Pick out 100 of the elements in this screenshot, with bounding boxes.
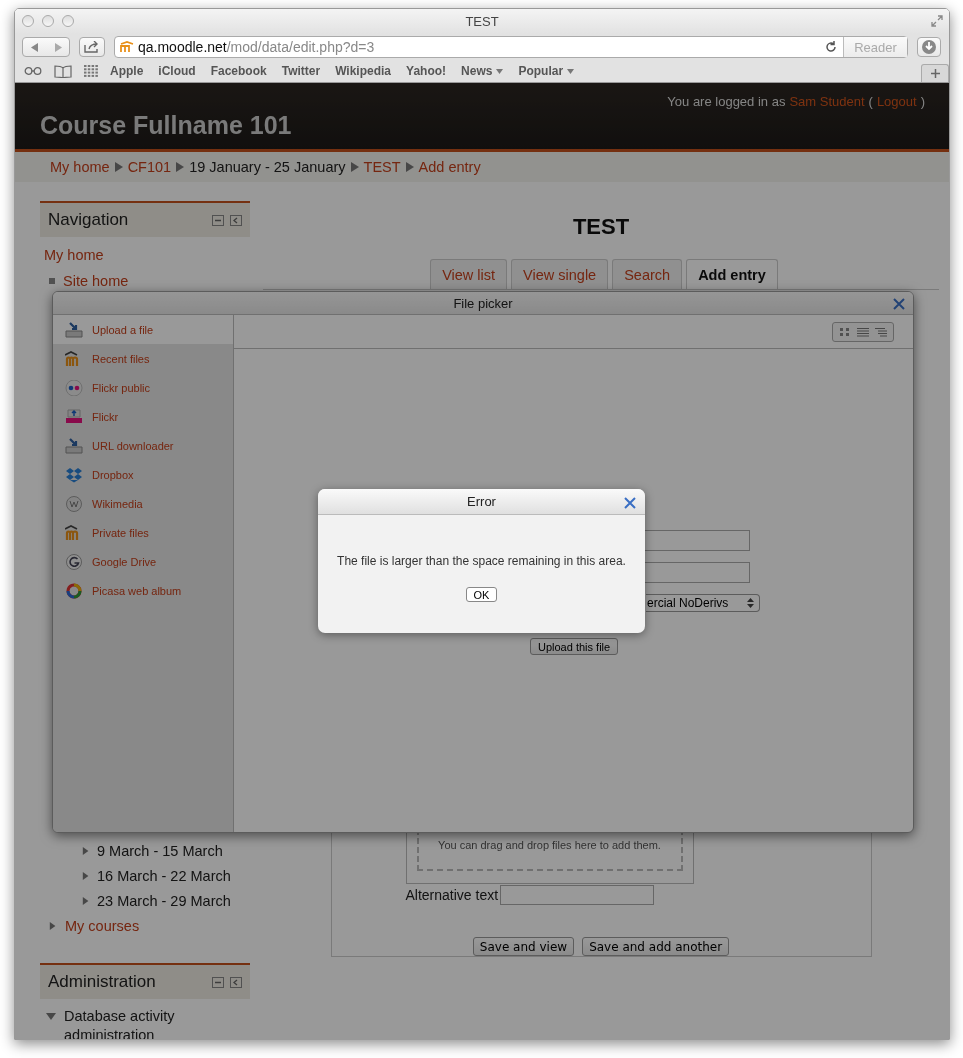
globe-icon — [65, 495, 83, 512]
site-icon — [120, 41, 134, 53]
nav-item[interactable]: 23 March - 29 March — [97, 892, 231, 909]
book-icon[interactable] — [54, 64, 72, 78]
fullscreen-icon[interactable] — [931, 15, 943, 27]
breadcrumb-separator-icon — [350, 162, 359, 172]
breadcrumb-separator-icon — [405, 162, 414, 172]
repository-item[interactable]: Upload a file — [53, 315, 233, 344]
repository-item[interactable]: Recent files — [53, 344, 233, 373]
zoom-window-icon[interactable] — [62, 15, 74, 27]
repository-item[interactable]: Wikimedia — [53, 489, 233, 518]
collapse-icon[interactable] — [212, 976, 224, 988]
collapsed-arrow-icon[interactable] — [82, 895, 90, 906]
user-link[interactable]: Sam Student — [789, 94, 865, 109]
expanded-arrow-icon[interactable] — [46, 1011, 56, 1021]
nav-item[interactable]: 16 March - 22 March — [97, 867, 231, 884]
nav-link[interactable]: My home — [44, 243, 250, 268]
input-field[interactable] — [642, 562, 750, 583]
save-button[interactable]: Save and add another — [582, 937, 730, 956]
repository-item[interactable]: Google Drive — [53, 547, 233, 576]
nav-item[interactable]: 9 March - 15 March — [97, 842, 223, 859]
bullet-icon — [49, 277, 55, 284]
grid-view-icon[interactable] — [839, 326, 851, 337]
bookmark-link[interactable]: iCloud — [158, 64, 196, 78]
error-message: The file is larger than the space remaining in this area. — [337, 554, 626, 568]
collapsed-arrow-icon[interactable] — [82, 870, 90, 881]
upload-button[interactable]: Upload this file — [530, 638, 619, 655]
caret-icon — [496, 68, 504, 74]
open-box-icon — [65, 466, 83, 483]
close-icon[interactable] — [624, 497, 636, 509]
select-arrows-icon — [747, 598, 754, 608]
downloads-button[interactable] — [917, 37, 941, 57]
circle-arc-icon — [65, 553, 83, 570]
tray-arrow-icon — [65, 437, 83, 454]
repository-item[interactable]: Dropbox — [53, 460, 233, 489]
tab[interactable]: View single — [511, 259, 609, 289]
breadcrumb-text: 19 January - 25 January — [189, 159, 346, 175]
window-title: TEST — [465, 14, 499, 29]
block-title: Navigation — [48, 210, 129, 230]
bookmark-link[interactable]: Wikipedia — [335, 64, 392, 78]
repository-item[interactable]: URL downloader — [53, 431, 233, 460]
list-view-icon[interactable] — [857, 326, 869, 337]
course-title: Course Fullname 101 — [40, 111, 292, 140]
bookmark-link[interactable]: Yahoo! — [406, 64, 447, 78]
breadcrumb-link[interactable]: TEST — [363, 159, 401, 175]
nav-link[interactable]: Site home — [63, 272, 129, 289]
back-forward-buttons[interactable] — [22, 37, 70, 57]
collapse-icon[interactable] — [212, 214, 224, 226]
repository-item[interactable]: Picasa web album — [53, 576, 233, 605]
input-field[interactable] — [642, 530, 750, 551]
dock-icon[interactable] — [230, 976, 242, 988]
tab[interactable]: Search — [612, 259, 683, 289]
share-button[interactable] — [79, 37, 105, 57]
minimize-window-icon[interactable] — [42, 15, 54, 27]
close-window-icon[interactable] — [22, 15, 34, 27]
close-icon[interactable] — [893, 298, 905, 310]
drop-hint-text: You can drag and drop files here to add them. — [438, 839, 661, 851]
tab[interactable]: Add entry — [686, 259, 778, 289]
grid-icon[interactable] — [84, 65, 98, 77]
paren-text: ) — [920, 94, 925, 109]
paren-text: ( — [868, 94, 873, 109]
ok-button[interactable]: OK — [465, 587, 498, 602]
reader-button[interactable]: Reader — [843, 37, 907, 57]
license-select[interactable]: ercial NoDerivs — [646, 594, 760, 612]
tray-arrow-icon — [65, 321, 83, 338]
logout-link[interactable]: Logout — [876, 94, 917, 109]
tray-arrow-icon — [65, 408, 83, 425]
bookmark-menu[interactable]: Popular — [518, 64, 575, 78]
collapsed-arrow-icon[interactable] — [49, 920, 57, 931]
new-tab-button[interactable] — [921, 64, 949, 82]
breadcrumb-link[interactable]: Add entry — [418, 159, 481, 175]
address-field[interactable]: qa.moodle.net/mod/data/edit.php?d=3 Reader — [114, 36, 908, 58]
breadcrumb-separator-icon — [114, 162, 123, 172]
breadcrumb-link[interactable]: My home — [50, 159, 110, 175]
caret-icon — [567, 68, 575, 74]
bookmark-link[interactable]: Apple — [110, 64, 144, 78]
breadcrumb-link[interactable]: CF101 — [127, 159, 172, 175]
repository-item[interactable]: Flickr — [53, 402, 233, 431]
ring-icon — [65, 582, 83, 599]
block-title: Administration — [48, 972, 156, 992]
dock-icon[interactable] — [230, 214, 242, 226]
repository-item[interactable]: Private files — [53, 518, 233, 547]
view-mode-buttons[interactable] — [832, 321, 894, 342]
collapsed-arrow-icon[interactable] — [82, 845, 90, 856]
login-text: You are logged in as — [667, 94, 786, 109]
bookmark-link[interactable]: Facebook — [210, 64, 267, 78]
two-dots-icon — [65, 379, 83, 396]
save-button[interactable]: Save and view — [472, 937, 575, 956]
glasses-icon[interactable] — [24, 66, 42, 76]
bookmark-menu[interactable]: News — [461, 64, 504, 78]
input-field[interactable] — [500, 885, 655, 905]
repository-item[interactable]: Flickr public — [53, 373, 233, 402]
tree-view-icon[interactable] — [875, 326, 887, 337]
activity-title: TEST — [572, 214, 630, 240]
bookmark-link[interactable]: Twitter — [281, 64, 321, 78]
nav-link[interactable]: My courses — [65, 917, 140, 934]
tab[interactable]: View list — [430, 259, 508, 289]
share-icon — [84, 41, 100, 53]
reload-icon[interactable] — [825, 41, 837, 53]
field-label: Alternative text — [405, 887, 499, 903]
